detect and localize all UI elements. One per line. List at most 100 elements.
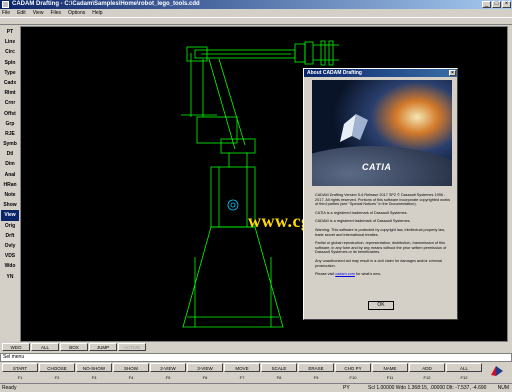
minimize-icon[interactable]: _ xyxy=(482,1,491,8)
menu-bar: File Edit View Files Options Help xyxy=(0,9,512,17)
about-dialog-titlebar: About CADAM Drafting × xyxy=(304,69,457,77)
about-paragraph: CATIA is a registered trademark of Dassa… xyxy=(315,210,408,215)
fn-label: F10 xyxy=(349,375,357,380)
fn-label: F3 xyxy=(91,375,97,380)
about-dialog: About CADAM Drafting × CATIA CADAM Draft… xyxy=(303,68,458,320)
menu-view[interactable]: View xyxy=(33,10,44,16)
fkey-choose[interactable]: CHOOSE xyxy=(39,363,75,372)
about-banner: CATIA xyxy=(312,80,452,186)
about-paragraph: CADAM is a registered trademark of Dassa… xyxy=(315,219,411,224)
view-tab-row: WDO ALL BOX JUMP ACTIVE xyxy=(0,343,512,352)
maximize-icon[interactable]: □ xyxy=(492,1,501,8)
cadam-link[interactable]: cadam.com xyxy=(335,272,355,276)
fn-label: F12 xyxy=(423,375,431,380)
menu-help[interactable]: Help xyxy=(92,10,102,16)
panel-wdo[interactable]: Wdo xyxy=(1,261,19,271)
panel-orig[interactable]: Orig xyxy=(1,221,19,231)
about-paragraph: Warning: This software is protected by c… xyxy=(315,227,445,237)
fn-label-row: F1 F2 F3 F4 F5 F6 F7 F8 F9 F10 F11 F12 F… xyxy=(2,374,482,382)
window-title: CADAM Drafting - C:\Cadam\Samples\Home\r… xyxy=(12,1,200,7)
toolbar xyxy=(0,17,512,25)
panel-dtl[interactable]: Dtl xyxy=(1,149,19,159)
panel-symb[interactable]: Symb xyxy=(1,139,19,149)
fn-label: F2 xyxy=(54,375,60,380)
panel-yn[interactable]: YN xyxy=(1,272,19,282)
window-titlebar: CADAM Drafting - C:\Cadam\Samples\Home\r… xyxy=(0,0,512,9)
fn-label: F6 xyxy=(202,375,208,380)
panel-ovly[interactable]: Ovly xyxy=(1,241,19,251)
fn-label: F4 xyxy=(128,375,134,380)
fkey-no-show[interactable]: NO-SHOW xyxy=(76,363,112,372)
panel-rlmt[interactable]: Rlmt xyxy=(1,88,19,98)
fkey-3-view[interactable]: 3-VIEW xyxy=(187,363,223,372)
about-paragraph: Partial or global reproduction, represen… xyxy=(315,241,447,255)
about-close-icon[interactable]: × xyxy=(449,70,456,76)
window-controls: _ □ × xyxy=(482,1,511,8)
fkey-chg-py[interactable]: CHG PY xyxy=(335,363,371,372)
status-num: NUM xyxy=(497,385,509,391)
close-icon[interactable]: × xyxy=(502,1,511,8)
panel-anal[interactable]: Anal xyxy=(1,170,19,180)
panel-crnr[interactable]: Crnr xyxy=(1,98,19,108)
menu-files[interactable]: Files xyxy=(50,10,61,16)
about-visit-line: Please visit cadam.com for what's new. xyxy=(315,272,453,277)
panel-note[interactable]: Note xyxy=(1,190,19,200)
visit-prefix: Please visit xyxy=(315,272,335,277)
fkey-add[interactable]: ADD xyxy=(409,363,445,372)
panel-spln[interactable]: Spln xyxy=(1,58,19,68)
tab-all[interactable]: ALL xyxy=(31,343,59,351)
fn-label: F1 xyxy=(17,375,23,380)
tab-jump[interactable]: JUMP xyxy=(89,343,117,351)
fkey-all[interactable]: ALL xyxy=(446,363,482,372)
fkey-show[interactable]: SHOW xyxy=(113,363,149,372)
panel-drft[interactable]: Drft xyxy=(1,231,19,241)
menu-file[interactable]: File xyxy=(2,10,10,16)
panel-show[interactable]: Show xyxy=(1,200,19,210)
panel-line[interactable]: Line xyxy=(1,37,19,47)
panel-cadx[interactable]: Cadx xyxy=(1,78,19,88)
fn-label: F5 xyxy=(165,375,171,380)
fkey-name[interactable]: NAME xyxy=(372,363,408,372)
panel-rje[interactable]: RJE xyxy=(1,129,19,139)
ds-corner-logo xyxy=(486,361,508,381)
command-line[interactable]: Sel menu xyxy=(0,353,512,362)
about-paragraph: Any unauthorized act may result in a civ… xyxy=(315,258,442,268)
panel-hran[interactable]: HRan xyxy=(1,180,19,190)
panel-pt[interactable]: PT xyxy=(1,27,19,37)
tab-box[interactable]: BOX xyxy=(60,343,88,351)
ok-button[interactable]: OK xyxy=(368,301,394,310)
menu-edit[interactable]: Edit xyxy=(17,10,26,16)
fkey-move[interactable]: MOVE xyxy=(224,363,260,372)
panel-vds[interactable]: VDS xyxy=(1,251,19,261)
panel-circ[interactable]: Circ xyxy=(1,47,19,57)
fn-label: F8 xyxy=(276,375,282,380)
fkey-erase[interactable]: ERASE xyxy=(298,363,334,372)
status-py: PY xyxy=(343,385,350,391)
left-function-panel: PT Line Circ Spln Type Cadx Rlmt Crnr Of… xyxy=(0,27,20,342)
status-bar: Ready PY Scl 1.00000 Wdo 1.368:15, .0000… xyxy=(0,383,512,392)
catia-logo-text: CATIA xyxy=(362,162,392,172)
status-coords: Scl 1.00000 Wdo 1.368:15, .00000 Dlt: -7… xyxy=(368,385,487,391)
function-key-row: START CHOOSE NO-SHOW SHOW 2-VIEW 3-VIEW … xyxy=(2,363,482,373)
panel-grp[interactable]: Grp xyxy=(1,119,19,129)
tab-wdo[interactable]: WDO xyxy=(2,343,30,351)
about-body: CADAM Drafting Version 5-6 Release 2017 … xyxy=(315,193,453,281)
fn-label: F12 xyxy=(460,375,468,380)
app-icon xyxy=(2,1,9,8)
fkey-2-view[interactable]: 2-VIEW xyxy=(150,363,186,372)
menu-options[interactable]: Options xyxy=(68,10,85,16)
fn-label: F7 xyxy=(239,375,245,380)
fn-label: F11 xyxy=(386,375,394,380)
tab-active[interactable]: ACTIVE xyxy=(118,343,146,351)
about-paragraph: CADAM Drafting Version 5-6 Release 2017 … xyxy=(315,193,451,207)
fn-label: F9 xyxy=(313,375,319,380)
panel-dim[interactable]: Dim xyxy=(1,159,19,169)
panel-offst[interactable]: Offst xyxy=(1,109,19,119)
panel-view[interactable]: View xyxy=(1,210,19,221)
about-dialog-title: About CADAM Drafting xyxy=(307,70,362,76)
fkey-start[interactable]: START xyxy=(2,363,38,372)
panel-type[interactable]: Type xyxy=(1,68,19,78)
status-ready: Ready xyxy=(2,385,17,391)
visit-suffix: for what's new. xyxy=(355,272,381,277)
fkey-scale[interactable]: SCALE xyxy=(261,363,297,372)
